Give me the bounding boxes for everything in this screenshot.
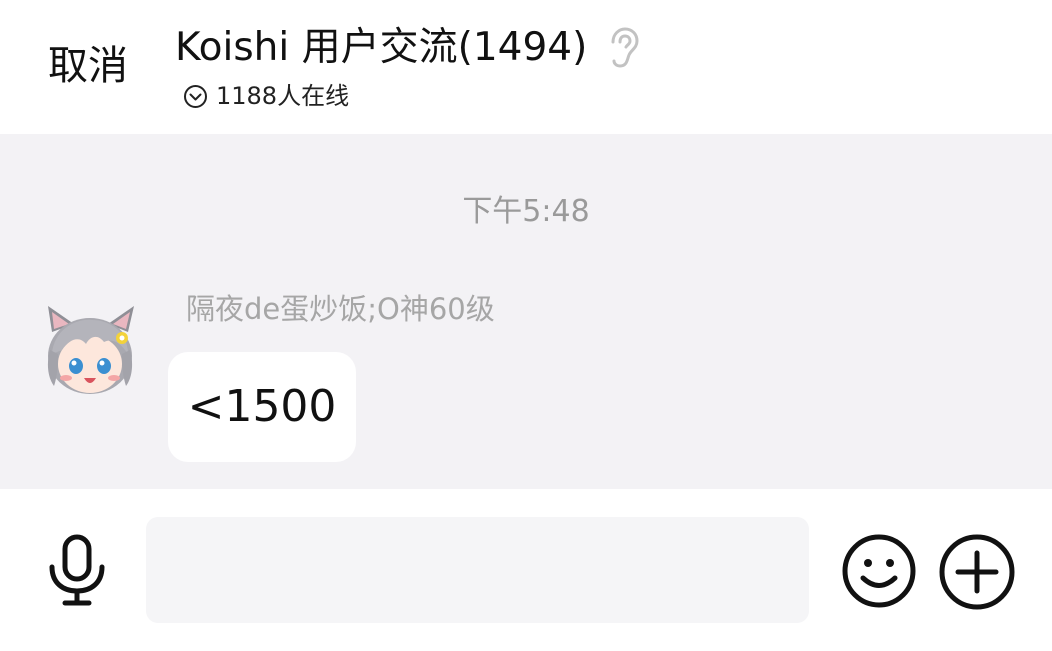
online-status[interactable]: 1188人在线 bbox=[183, 80, 349, 112]
message-input[interactable] bbox=[146, 517, 809, 623]
ear-icon[interactable] bbox=[605, 26, 641, 70]
online-count: 1188人在线 bbox=[216, 82, 350, 110]
message-timestamp: 下午5:48 bbox=[462, 194, 590, 229]
title-row: Koishi 用户交流(1494) bbox=[175, 20, 641, 76]
smiley-icon[interactable] bbox=[841, 533, 917, 609]
message-list[interactable]: 下午5:48 隔夜de蛋炒饭;O神60级 <1500 bbox=[0, 134, 1052, 489]
message-bubble[interactable]: <1500 bbox=[168, 352, 356, 462]
message-text: <1500 bbox=[187, 381, 337, 432]
chat-window: 取消 Koishi 用户交流(1494) 1188人在线 下午5:48 隔夜de… bbox=[0, 0, 1052, 651]
microphone-icon[interactable] bbox=[45, 533, 109, 607]
chat-header: 取消 Koishi 用户交流(1494) 1188人在线 bbox=[0, 0, 1052, 134]
chevron-down-circle-icon bbox=[184, 84, 207, 108]
avatar[interactable] bbox=[40, 302, 140, 398]
sender-name[interactable]: 隔夜de蛋炒饭;O神60级 bbox=[186, 290, 495, 328]
group-title[interactable]: Koishi 用户交流(1494) bbox=[175, 20, 587, 76]
input-bar bbox=[0, 489, 1052, 651]
plus-circle-icon[interactable] bbox=[938, 533, 1016, 611]
cancel-button[interactable]: 取消 bbox=[48, 40, 128, 92]
